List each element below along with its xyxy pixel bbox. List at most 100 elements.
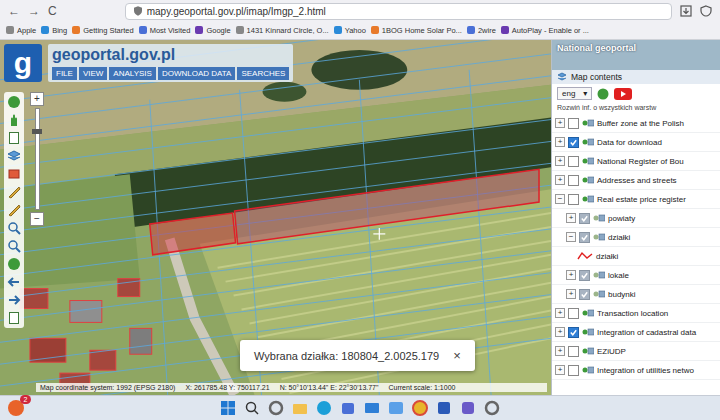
expand-toggle[interactable]: +	[555, 118, 565, 128]
menu-button[interactable]: ANALYSIS	[109, 67, 156, 80]
expand-toggle[interactable]: +	[566, 270, 576, 280]
pen-icon[interactable]	[7, 185, 21, 199]
menu-button[interactable]: VIEW	[79, 67, 107, 80]
bookmark[interactable]: AutoPlay - Enable or ...	[501, 26, 589, 35]
select-icon[interactable]	[7, 167, 21, 181]
layers-icon[interactable]	[7, 149, 21, 163]
zoomout-icon[interactable]	[7, 239, 21, 253]
zoom-slider[interactable]: +−	[30, 92, 44, 226]
layer-row[interactable]: działki	[552, 247, 720, 266]
expand-toggle[interactable]: −	[566, 232, 576, 242]
zoom-track[interactable]	[35, 108, 40, 210]
bookmark[interactable]: Bing	[41, 26, 67, 35]
bookmark[interactable]: Getting Started	[72, 26, 133, 35]
layer-checkbox[interactable]	[568, 346, 579, 357]
layer-checkbox[interactable]	[568, 194, 579, 205]
layer-checkbox[interactable]	[568, 327, 579, 338]
hand-icon[interactable]	[7, 113, 21, 127]
layer-row[interactable]: +powiaty	[552, 209, 720, 228]
prev-icon[interactable]	[7, 275, 21, 289]
help-icon[interactable]	[597, 88, 609, 100]
info-icon[interactable]	[7, 95, 21, 109]
layer-checkbox[interactable]	[579, 232, 590, 243]
files-icon[interactable]	[292, 400, 308, 416]
layer-checkbox[interactable]	[579, 289, 590, 300]
nav-button[interactable]: C	[48, 5, 57, 17]
bookmark[interactable]: 2wire	[467, 26, 496, 35]
word-icon[interactable]	[436, 400, 452, 416]
overview-map[interactable]: National geoportal	[552, 40, 720, 70]
layer-checkbox[interactable]	[568, 175, 579, 186]
menu-button[interactable]: SEARCHES	[237, 67, 289, 80]
mail-icon[interactable]	[364, 400, 380, 416]
selected-parcel[interactable]	[235, 169, 539, 244]
expand-toggle[interactable]: −	[555, 194, 565, 204]
language-dropdown[interactable]: eng▾	[557, 87, 592, 100]
selected-parcel[interactable]	[150, 213, 236, 255]
globe-icon[interactable]	[7, 257, 21, 271]
doc-icon[interactable]	[7, 131, 21, 145]
bookmark[interactable]: Apple	[6, 26, 36, 35]
layer-row[interactable]: +Transaction location	[552, 304, 720, 323]
ruler-icon[interactable]	[7, 203, 21, 217]
search-icon[interactable]	[244, 400, 260, 416]
settings-icon[interactable]	[484, 400, 500, 416]
address-bar[interactable]: mapy.geoportal.gov.pl/imap/Imgp_2.html	[125, 3, 672, 20]
expand-toggle[interactable]: +	[555, 327, 565, 337]
photos-icon[interactable]	[388, 400, 404, 416]
shield-account-icon[interactable]	[700, 5, 712, 17]
layer-row[interactable]: +National Register of Bou	[552, 152, 720, 171]
nav-button[interactable]: ←	[8, 5, 20, 17]
edge-icon[interactable]	[316, 400, 332, 416]
expand-toggle[interactable]: +	[555, 365, 565, 375]
browser-app-icon[interactable]: 2	[8, 400, 24, 416]
teams-icon[interactable]	[460, 400, 476, 416]
zoomin-icon[interactable]	[7, 221, 21, 235]
menu-button[interactable]: DOWNLOAD DATA	[158, 67, 235, 80]
layer-row[interactable]: +Addresses and streets	[552, 171, 720, 190]
close-button[interactable]: ×	[453, 349, 461, 362]
expand-toggle[interactable]: +	[566, 213, 576, 223]
expand-all-link[interactable]: Rozwiń inf. o wszystkich warstw	[552, 103, 720, 114]
layer-row[interactable]: −Real estate price register	[552, 190, 720, 209]
bookmark[interactable]: Most Visited	[139, 26, 191, 35]
layer-row[interactable]: +Data for download	[552, 133, 720, 152]
layer-row[interactable]: +Buffer zone at the Polish	[552, 114, 720, 133]
layer-checkbox[interactable]	[568, 118, 579, 129]
layer-checkbox[interactable]	[568, 308, 579, 319]
chrome-icon[interactable]	[412, 400, 428, 416]
youtube-icon[interactable]	[614, 88, 632, 100]
windows-icon[interactable]	[220, 400, 236, 416]
next-icon[interactable]	[7, 293, 21, 307]
bookmark[interactable]: 1BOG Home Solar Po...	[371, 26, 462, 35]
layer-row[interactable]: +budynki	[552, 285, 720, 304]
layer-row[interactable]: +EZiUDP	[552, 342, 720, 361]
print-icon[interactable]	[7, 311, 21, 325]
bookmark[interactable]: 1431 Kinnard Circle, O...	[236, 26, 329, 35]
bookmark[interactable]: Google	[195, 26, 230, 35]
menu-button[interactable]: FILE	[52, 67, 77, 80]
nav-button[interactable]: →	[28, 5, 40, 17]
expand-toggle[interactable]: +	[555, 346, 565, 356]
expand-toggle[interactable]: +	[555, 137, 565, 147]
layer-checkbox[interactable]	[568, 137, 579, 148]
layer-checkbox[interactable]	[568, 156, 579, 167]
expand-toggle[interactable]: +	[555, 308, 565, 318]
zoom-out-button[interactable]: −	[30, 212, 44, 226]
bookmark[interactable]: Yahoo	[334, 26, 366, 35]
widgets-icon[interactable]	[268, 400, 284, 416]
expand-toggle[interactable]: +	[555, 175, 565, 185]
download-icon[interactable]	[680, 5, 692, 17]
expand-toggle[interactable]: +	[566, 289, 576, 299]
store-icon[interactable]	[340, 400, 356, 416]
layer-row[interactable]: +Integration of utilities netwo	[552, 361, 720, 380]
zoom-in-button[interactable]: +	[30, 92, 44, 106]
map[interactable]: ggeoportal.gov.plFILEVIEWANALYSISDOWNLOA…	[0, 40, 551, 395]
layer-checkbox[interactable]	[579, 213, 590, 224]
logo[interactable]: g	[4, 44, 42, 82]
expand-toggle[interactable]: +	[555, 156, 565, 166]
layer-checkbox[interactable]	[568, 365, 579, 376]
layer-row[interactable]: +Integration of cadastral data	[552, 323, 720, 342]
zoom-handle[interactable]	[32, 129, 42, 134]
layer-checkbox[interactable]	[579, 270, 590, 281]
